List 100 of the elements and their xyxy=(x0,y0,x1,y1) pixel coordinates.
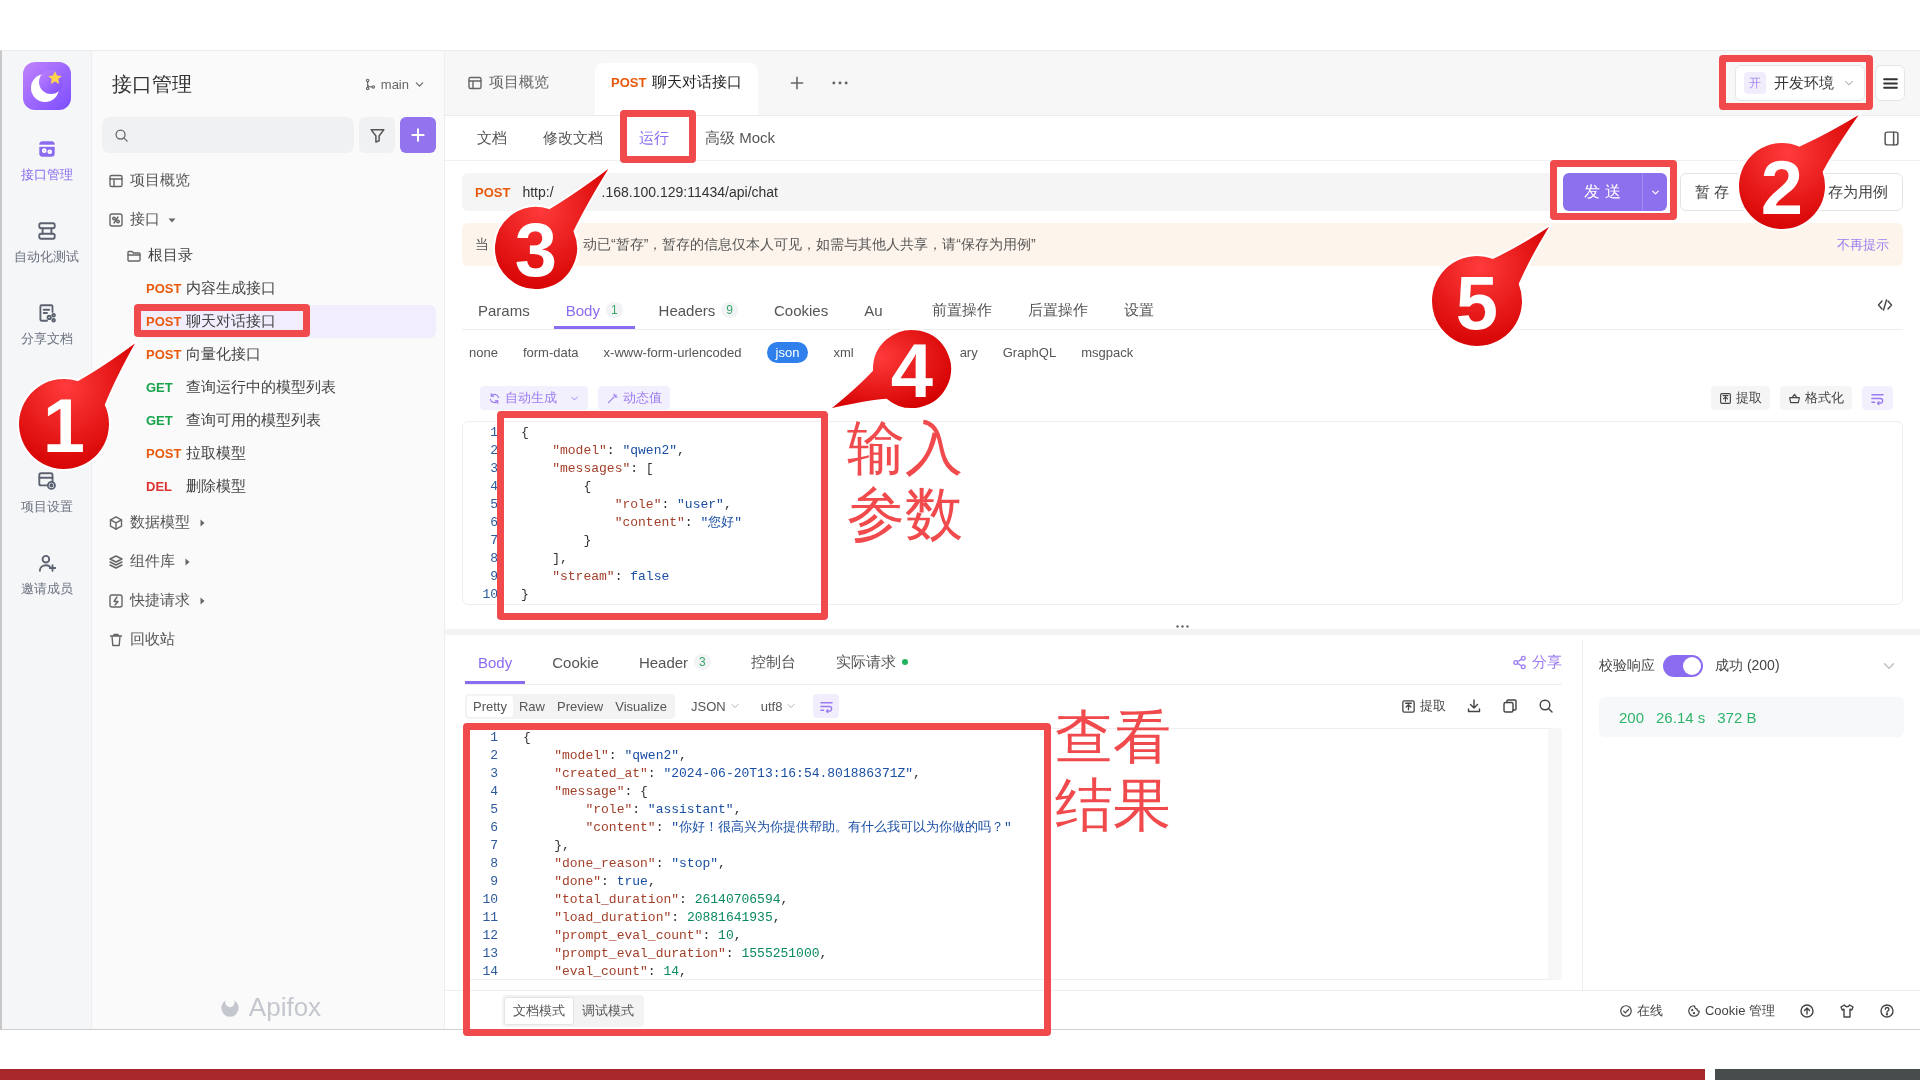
tab[interactable]: Body 1 xyxy=(553,291,635,329)
nav-item[interactable]: 分享文档 xyxy=(6,302,87,348)
body-type-option[interactable]: json xyxy=(766,341,809,363)
cookie-manager-button[interactable]: Cookie 管理 xyxy=(1686,1001,1775,1020)
tab[interactable]: 项目概览 xyxy=(451,63,565,115)
line-number: 7 xyxy=(489,837,498,855)
tab[interactable]: Cookie xyxy=(539,640,612,684)
status-code: 200 xyxy=(1619,708,1645,726)
wrap-button[interactable] xyxy=(813,694,840,718)
body-type-option[interactable]: ary xyxy=(959,341,978,363)
tab[interactable]: Body xyxy=(465,640,526,684)
line-number: 13 xyxy=(481,945,498,963)
send-button[interactable]: 发 送 xyxy=(1563,173,1642,211)
response-size: 372 B xyxy=(1717,708,1757,726)
line-number: 10 xyxy=(481,891,498,909)
view-option[interactable]: Visualize xyxy=(609,695,674,717)
nav-item[interactable]: 接口管理 xyxy=(6,138,87,184)
search-button[interactable] xyxy=(1538,698,1554,714)
tree-item[interactable]: GET 查询运行中的模型列表 xyxy=(140,371,436,404)
tree-item[interactable]: 组件库 xyxy=(102,542,436,581)
line-number: 2 xyxy=(489,442,498,460)
wand-icon xyxy=(606,391,619,405)
tree-item[interactable]: POST 向量化接口 xyxy=(140,338,436,371)
tree-item[interactable]: 接口 xyxy=(102,200,436,239)
tab[interactable]: 高级 Mock xyxy=(695,116,785,160)
body-type-option[interactable]: xml xyxy=(833,341,854,363)
send-options-button[interactable] xyxy=(1642,173,1667,211)
copy-button[interactable] xyxy=(1502,698,1518,714)
online-status[interactable]: 在线 xyxy=(1618,1001,1663,1020)
tab[interactable]: 前置操作 xyxy=(919,291,1004,329)
more-button[interactable] xyxy=(832,81,849,85)
encoding-dropdown[interactable]: utf8 xyxy=(756,698,802,714)
callout-number: 1 xyxy=(41,397,87,455)
code-icon[interactable] xyxy=(1877,296,1893,313)
tree-item[interactable]: 快捷请求 xyxy=(102,581,436,620)
body-type-option[interactable]: msgpack xyxy=(1081,341,1134,363)
annotation-note: 输入参数 xyxy=(847,415,964,547)
view-option[interactable]: Preview xyxy=(551,695,610,717)
tab[interactable]: 控制台 xyxy=(737,640,809,684)
tree-item[interactable]: 回收站 xyxy=(102,620,436,659)
code-line: }, xyxy=(553,837,570,855)
filter-button[interactable] xyxy=(359,117,395,153)
body-type-option[interactable]: none xyxy=(469,341,498,363)
tab[interactable]: Headers 9 xyxy=(646,291,750,329)
tab[interactable]: 修改文档 xyxy=(533,116,613,160)
tab[interactable]: Au xyxy=(852,291,895,329)
tab[interactable]: Header 3 xyxy=(625,640,724,684)
search-field[interactable] xyxy=(102,117,354,153)
body-type-option[interactable]: form-data xyxy=(522,341,579,363)
format-dropdown[interactable]: JSON xyxy=(687,698,745,714)
nav-item[interactable]: 自动化测试 xyxy=(6,220,87,266)
download-button[interactable] xyxy=(1466,698,1482,714)
view-option[interactable]: Raw xyxy=(512,695,551,717)
tree-item[interactable]: DEL 删除模型 xyxy=(140,470,436,503)
wrap-button[interactable] xyxy=(1862,386,1893,410)
menu-button[interactable] xyxy=(1875,65,1905,101)
save-case-button[interactable]: 存为用例 xyxy=(1826,174,1902,210)
nav-item[interactable]: 项目设置 xyxy=(6,470,87,516)
tab[interactable]: Params xyxy=(466,291,542,329)
shirt-icon[interactable] xyxy=(1839,1002,1855,1019)
tree-item[interactable]: GET 查询可用的模型列表 xyxy=(140,404,436,437)
tree-item[interactable]: 根目录 xyxy=(102,239,436,272)
code-line: } xyxy=(520,586,529,604)
mode-option[interactable]: 文档模式 xyxy=(504,996,574,1025)
extract-button[interactable]: 提取 xyxy=(1711,386,1770,410)
line-number: 7 xyxy=(489,532,498,550)
upload-icon[interactable] xyxy=(1799,1002,1815,1019)
tab[interactable]: 实际请求 xyxy=(822,640,921,684)
help-icon[interactable] xyxy=(1879,1002,1895,1019)
tab[interactable]: 文档 xyxy=(467,116,517,160)
tab[interactable]: 运行 xyxy=(629,116,679,160)
tree-item[interactable]: POST 拉取模型 xyxy=(140,437,436,470)
code-line: "content": "您好" xyxy=(613,514,743,532)
view-option[interactable]: Pretty xyxy=(467,695,513,717)
line-number: 2 xyxy=(489,747,498,765)
environment-selector[interactable]: 开 开发环境 xyxy=(1735,65,1865,101)
settings-icon xyxy=(35,470,58,492)
tree-item[interactable]: 项目概览 xyxy=(102,161,436,200)
code-line: "prompt_eval_duration": 1555251000, xyxy=(553,945,828,963)
format-button[interactable]: 格式化 xyxy=(1780,386,1852,410)
panel-toggle-icon[interactable] xyxy=(1883,129,1900,147)
extract-button[interactable]: 提取 xyxy=(1401,697,1446,715)
tree-item[interactable]: 数据模型 xyxy=(102,503,436,542)
tab[interactable]: POST 聊天对话接口 xyxy=(595,63,759,115)
interface-icon xyxy=(108,211,124,228)
branch-selector[interactable]: main xyxy=(363,76,426,92)
tab[interactable]: 设置 xyxy=(1111,291,1166,329)
save-draft-button[interactable]: 暂 存 xyxy=(1681,174,1734,210)
toggle-switch[interactable] xyxy=(1663,655,1703,677)
nav-item[interactable]: 邀请成员 xyxy=(6,552,87,598)
tab[interactable]: Cookies xyxy=(761,291,841,329)
plus-icon xyxy=(409,126,427,144)
mode-option[interactable]: 调试模式 xyxy=(574,996,642,1025)
add-button[interactable] xyxy=(400,117,436,153)
body-type-option[interactable]: GraphQL xyxy=(1002,341,1057,363)
tab[interactable]: 后置操作 xyxy=(1015,291,1100,329)
body-type-option[interactable]: x-www-form-urlencoded xyxy=(603,341,742,363)
drag-handle-icon[interactable] xyxy=(1176,625,1189,628)
tree-item[interactable]: POST 内容生成接口 xyxy=(140,272,436,305)
cookie-icon xyxy=(1686,1003,1701,1018)
